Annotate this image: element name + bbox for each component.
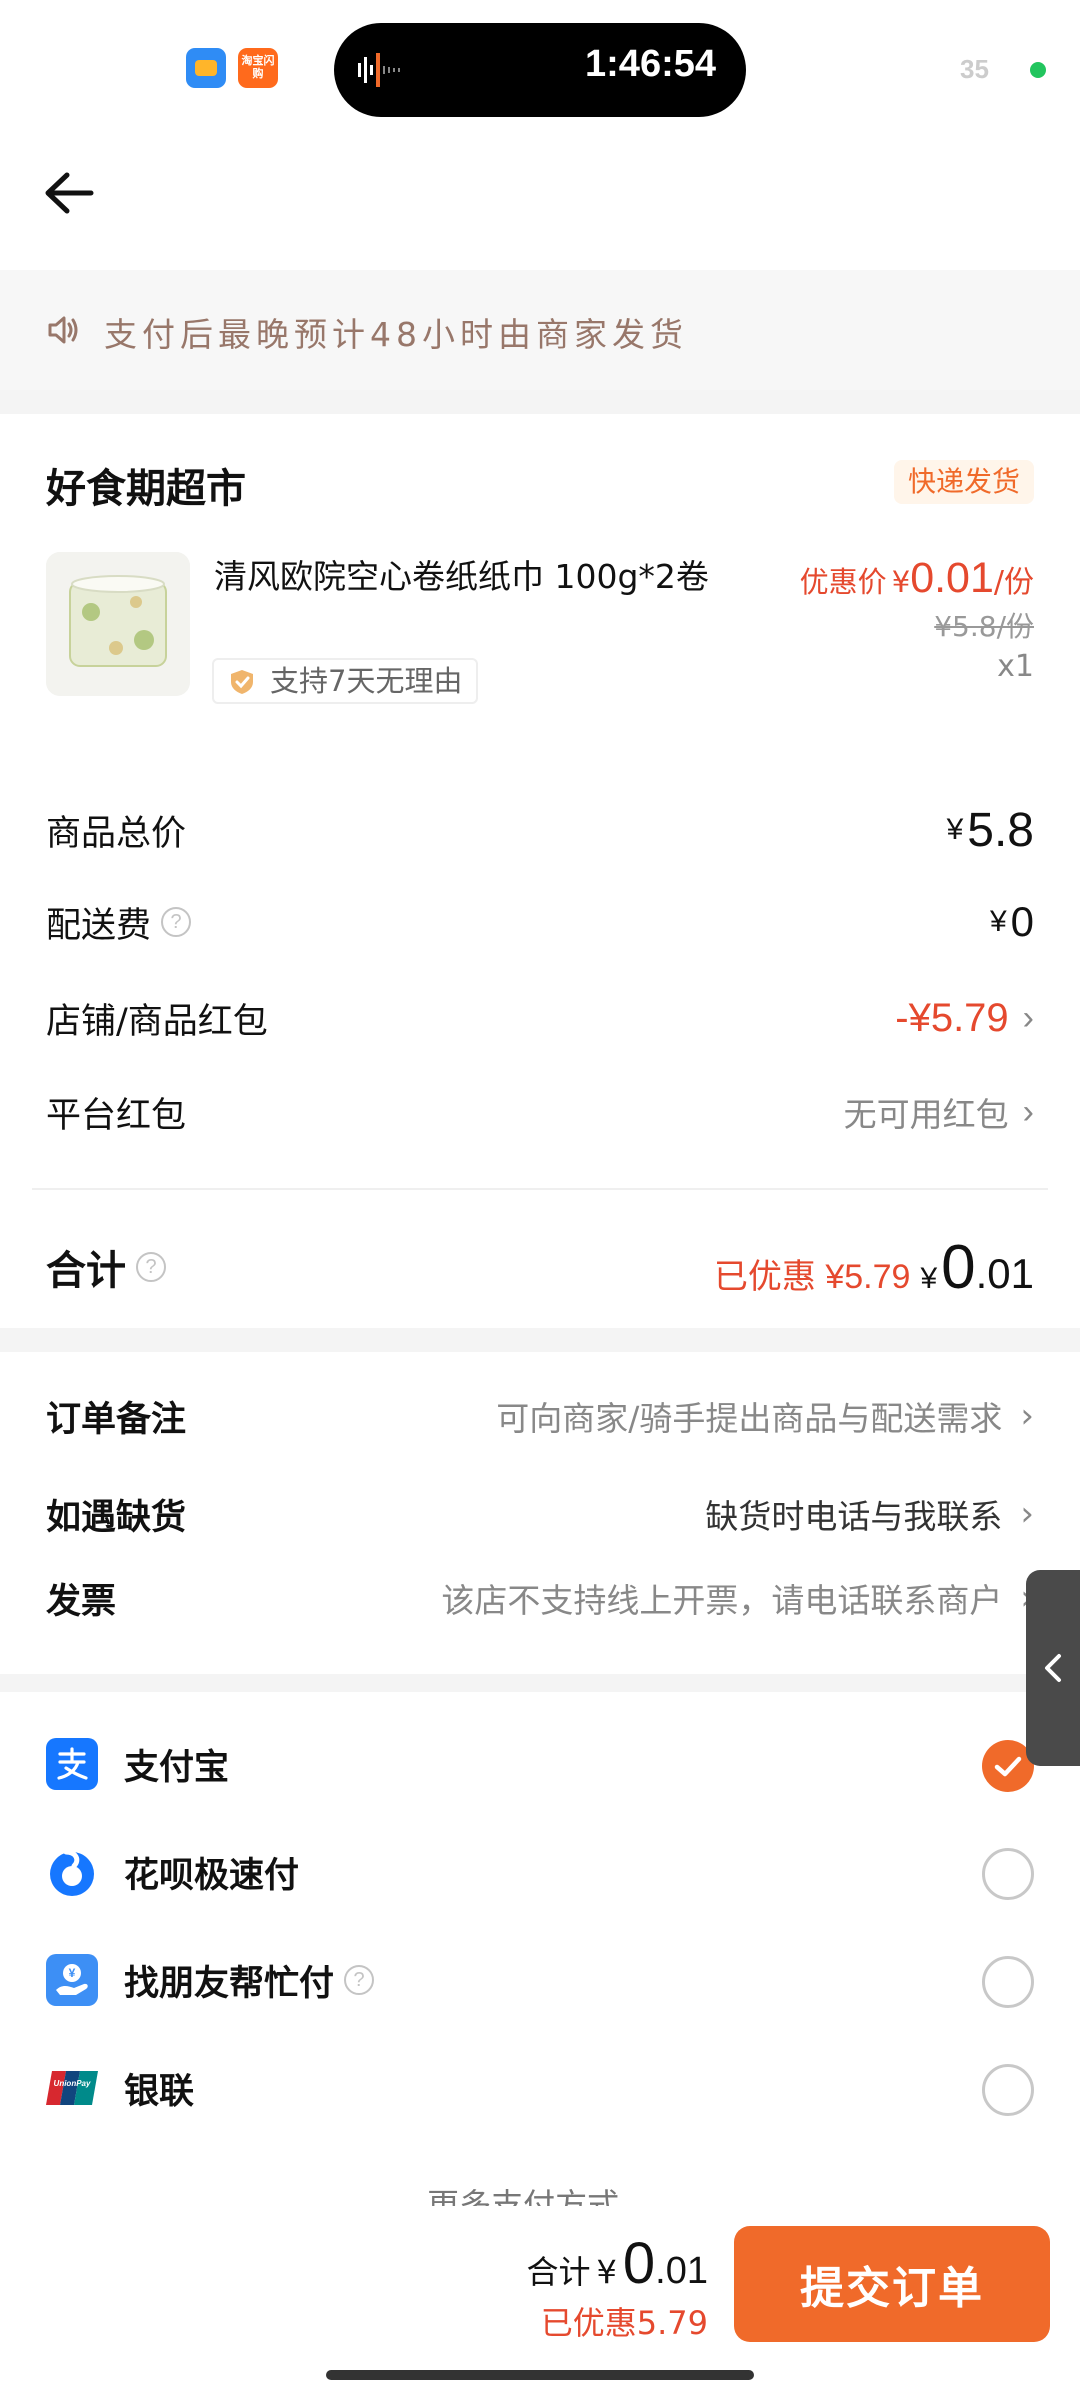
- delivery-fee-label: 配送费: [46, 905, 152, 946]
- stockout-label: 如遇缺货: [46, 1497, 187, 1538]
- status-number: 35: [960, 54, 989, 84]
- divider: [32, 1188, 1048, 1190]
- product-price-block: 优惠价 ¥0.01/份 ¥5.8/份 x1: [800, 554, 1034, 684]
- checkout-total: 合计 ¥ 0.01: [527, 2230, 708, 2297]
- quantity: x1: [997, 649, 1034, 684]
- shipping-method-tag: 快递发货: [893, 460, 1034, 504]
- radio-unselected[interactable]: [982, 2064, 1034, 2116]
- chevron-left-icon: [1045, 1654, 1061, 1682]
- product-image[interactable]: [46, 552, 190, 696]
- delivery-fee-row: 配送费 ? ¥0: [46, 892, 1034, 952]
- currency-symbol: ¥: [946, 813, 964, 846]
- shop-coupon-row[interactable]: 店铺/商品红包 -¥5.79 ›: [46, 988, 1034, 1048]
- taobao-app-icon: 淘宝闪购: [238, 48, 278, 88]
- payment-name: 花呗极速付: [124, 1855, 300, 1896]
- back-button[interactable]: [36, 160, 102, 226]
- promo-unit: /份: [993, 565, 1034, 600]
- radio-unselected[interactable]: [982, 1956, 1034, 2008]
- svg-text:¥: ¥: [69, 1966, 76, 1980]
- checkout-total-dec: .01: [655, 2250, 708, 2292]
- status-bar: 淘宝闪购 1:46:54 35: [0, 0, 1080, 140]
- audio-wave-icon: [358, 53, 400, 87]
- stockout-value: 缺货时电话与我联系: [705, 1497, 1003, 1536]
- alipay-icon: [46, 1738, 98, 1790]
- currency-symbol: ¥: [989, 905, 1007, 938]
- radio-unselected[interactable]: [982, 1848, 1034, 1900]
- stockout-row[interactable]: 如遇缺货 缺货时电话与我联系 ›: [46, 1484, 1034, 1544]
- total-label: 合计: [46, 1248, 126, 1294]
- payment-option-huabei[interactable]: 花呗极速付: [46, 1844, 1034, 1900]
- goods-total-label: 商品总价: [46, 813, 187, 854]
- chevron-right-icon: ›: [1020, 1494, 1034, 1534]
- promo-currency: ¥: [891, 565, 911, 599]
- currency-symbol: ¥: [596, 2253, 617, 2291]
- invoice-label: 发票: [46, 1581, 117, 1622]
- currency-symbol: ¥: [920, 1261, 938, 1295]
- speaker-icon: [48, 316, 78, 344]
- checkout-bar: 合计 ¥ 0.01 已优惠5.79 提交订单: [0, 2206, 1080, 2400]
- order-remark-label: 订单备注: [46, 1399, 187, 1440]
- huabei-icon: [46, 1846, 98, 1898]
- original-price: ¥5.8/份: [934, 610, 1034, 643]
- goods-total-value: 5.8: [967, 803, 1034, 857]
- promo-price: 0.01: [910, 554, 994, 602]
- order-options-card: 订单备注 可向商家/骑手提出商品与配送需求 › 如遇缺货 缺货时电话与我联系 ›…: [0, 1352, 1080, 1674]
- checkout-total-label: 合计: [526, 2253, 591, 2291]
- invoice-row[interactable]: 发票 该店不支持线上开票，请电话联系商户 ›: [46, 1568, 1034, 1628]
- total-row: 合计 ? 已优惠 ¥5.79 ¥0.01: [46, 1222, 1034, 1312]
- chevron-right-icon: ›: [1020, 1396, 1034, 1436]
- checkout-total-int: 0: [622, 2231, 656, 2296]
- submit-order-button[interactable]: 提交订单: [734, 2226, 1050, 2342]
- notice-text: 支付后最晚预计48小时由商家发货: [104, 315, 688, 354]
- store-name[interactable]: 好食期超市: [46, 456, 246, 514]
- payment-option-unionpay[interactable]: UnionPay 银联: [46, 2060, 1034, 2116]
- promo-price-label: 优惠价: [799, 565, 887, 599]
- arrow-left-icon: [45, 172, 94, 214]
- goods-total-row: 商品总价 ¥5.8: [46, 800, 1034, 860]
- store-order-card: 好食期超市 快递发货 清风欧院空心卷纸纸巾 100g*2卷 支持7天无理由 优惠…: [0, 414, 1080, 1328]
- timer-text: 1:46:54: [585, 43, 716, 85]
- top-nav: [0, 140, 1080, 270]
- checkout-saved: 已优惠5.79: [540, 2304, 708, 2342]
- platform-coupon-value: 无可用红包: [843, 1095, 1009, 1134]
- guarantee-text: 支持7天无理由: [270, 664, 463, 698]
- order-remark-value: 可向商家/骑手提出商品与配送需求: [496, 1399, 1003, 1438]
- payment-option-alipay[interactable]: 支付宝: [46, 1736, 1034, 1792]
- privacy-indicator: [1030, 62, 1046, 78]
- home-indicator[interactable]: [326, 2370, 754, 2380]
- help-icon[interactable]: ?: [161, 907, 192, 937]
- total-dec: .01: [975, 1249, 1034, 1297]
- saved-amount: 已优惠 ¥5.79: [713, 1257, 911, 1296]
- friend-pay-icon: ¥: [46, 1954, 98, 2006]
- chevron-right-icon: ›: [1022, 1093, 1034, 1131]
- help-icon[interactable]: ?: [136, 1252, 166, 1282]
- tissue-roll-image: [46, 552, 190, 696]
- payment-name: 找朋友帮忙付: [124, 1963, 335, 2004]
- wallet-app-icon: [186, 48, 226, 88]
- svg-text:UnionPay: UnionPay: [54, 2079, 91, 2088]
- invoice-value: 该店不支持线上开票，请电话联系商户: [441, 1581, 1003, 1620]
- return-guarantee-badge: 支持7天无理由: [212, 658, 479, 704]
- shipping-notice: 支付后最晚预计48小时由商家发货: [0, 270, 1080, 390]
- platform-coupon-row[interactable]: 平台红包 无可用红包 ›: [46, 1082, 1034, 1142]
- order-remark-row[interactable]: 订单备注 可向商家/骑手提出商品与配送需求 ›: [46, 1386, 1034, 1446]
- shop-coupon-value: -¥5.79: [895, 995, 1009, 1040]
- unionpay-icon: UnionPay: [46, 2062, 98, 2114]
- help-icon[interactable]: ?: [344, 1965, 375, 1995]
- shield-check-icon: [231, 670, 253, 694]
- payment-name: 银联: [124, 2071, 195, 2112]
- payment-option-friend-pay[interactable]: ¥ 找朋友帮忙付 ?: [46, 1952, 1034, 2008]
- payment-name: 支付宝: [124, 1747, 230, 1788]
- shop-coupon-label: 店铺/商品红包: [46, 1001, 268, 1042]
- chevron-right-icon: ›: [1022, 999, 1034, 1037]
- platform-coupon-label: 平台红包: [46, 1095, 187, 1136]
- delivery-fee-value: 0: [1010, 898, 1034, 945]
- total-int: 0: [941, 1232, 976, 1302]
- side-floating-tab[interactable]: [1026, 1570, 1080, 1766]
- product-title[interactable]: 清风欧院空心卷纸纸巾 100g*2卷: [214, 554, 734, 600]
- dynamic-island[interactable]: 1:46:54: [334, 23, 746, 117]
